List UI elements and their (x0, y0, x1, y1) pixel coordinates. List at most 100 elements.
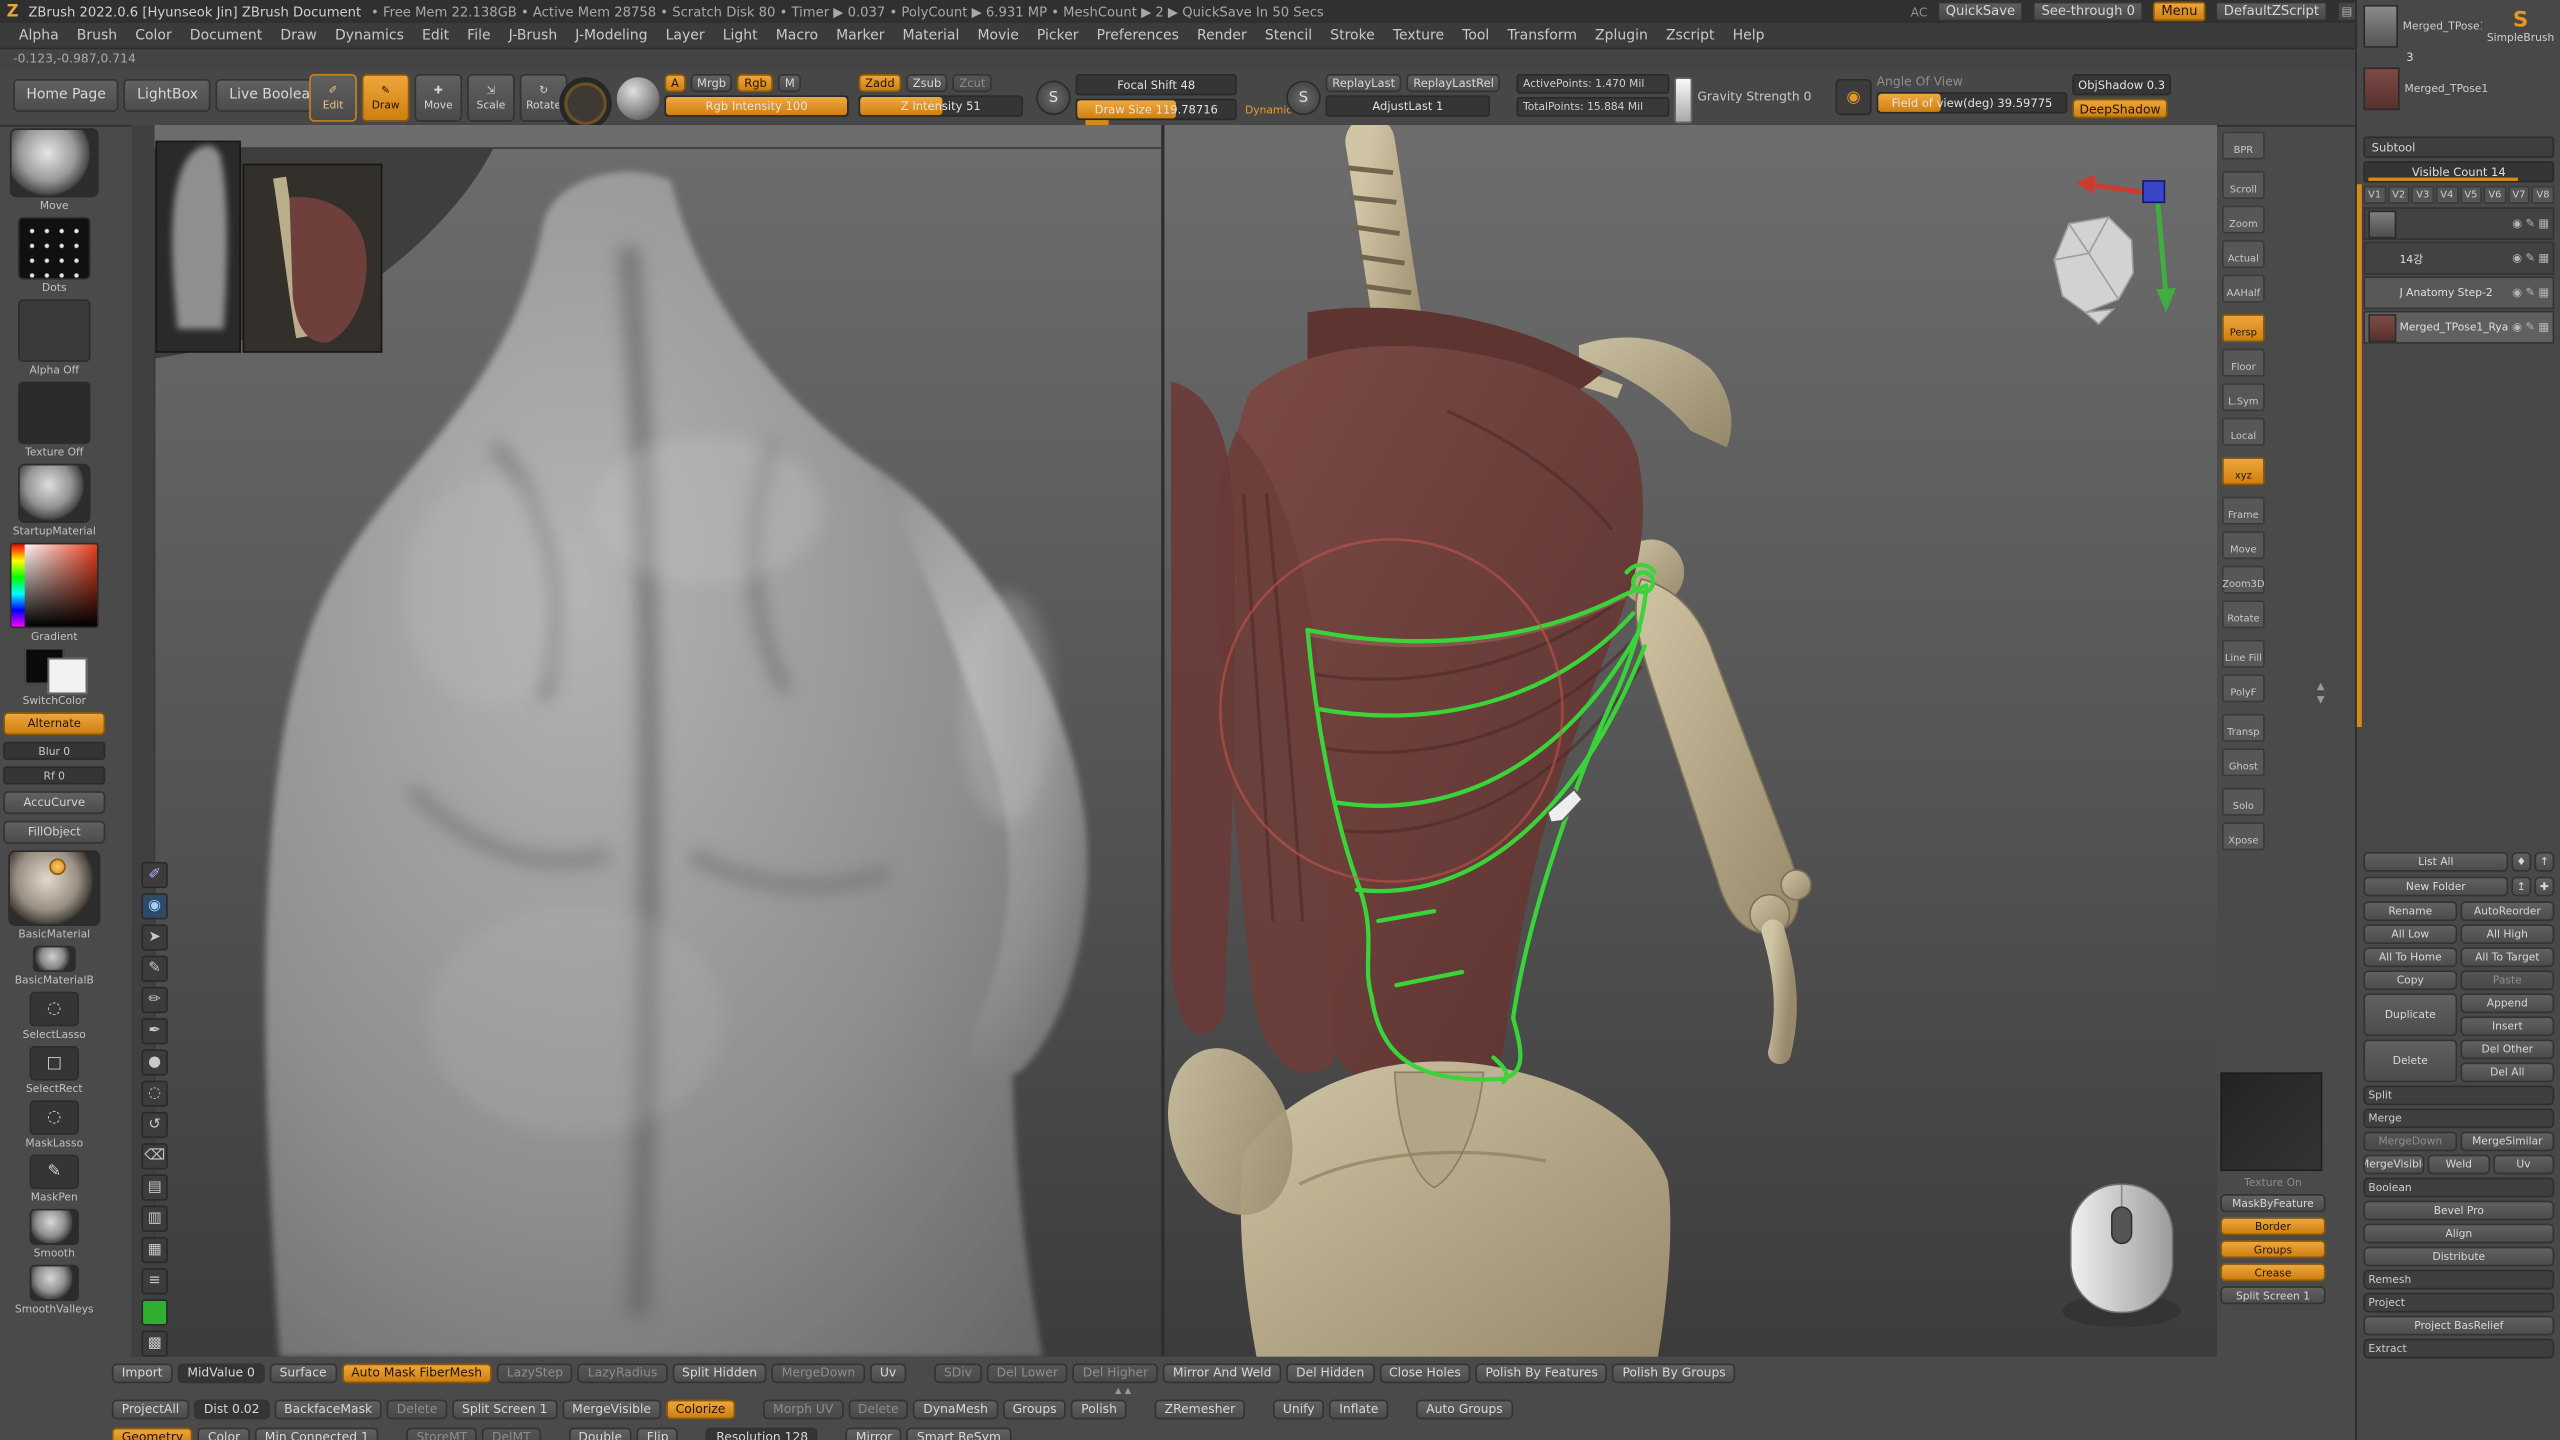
item-zoom[interactable]: Zoom (2222, 206, 2265, 234)
item-xpose[interactable]: Xpose (2222, 822, 2265, 850)
subtool-action-duplicate[interactable]: Duplicate (2363, 993, 2457, 1036)
subtool-action-del-all[interactable]: Del All (2460, 1062, 2554, 1082)
menu-button[interactable]: Menu (2153, 2, 2206, 22)
tool-name-2[interactable]: Merged_TPose1 (2405, 82, 2489, 95)
item-aahalf[interactable]: AAHalf (2222, 275, 2265, 303)
menu-zplugin[interactable]: Zplugin (1586, 27, 1657, 43)
sidebar-item-texture-off[interactable]: Texture Off (18, 382, 90, 459)
dynamic-label[interactable]: Dynamic (1245, 103, 1292, 116)
dot-brush-icon[interactable]: ● (141, 1049, 167, 1075)
item-min-connected-1[interactable]: Min Connected 1 (255, 1427, 379, 1440)
paint-icon[interactable]: ✎ (2525, 286, 2535, 299)
subtool-action-delete[interactable]: Delete (2363, 1039, 2457, 1082)
current-brush-icon[interactable] (559, 77, 612, 130)
document-canvas[interactable]: ✐◉➤✎✏✒●◌↺⌫▤▥▦≡■▩□ (132, 125, 2217, 1357)
item-polish[interactable]: Polish (1071, 1399, 1126, 1419)
item-flip[interactable]: Flip (637, 1427, 679, 1440)
pick-icon[interactable]: ♦ (2511, 852, 2531, 872)
menu-marker[interactable]: Marker (827, 27, 893, 43)
item-mirror[interactable]: Mirror (846, 1427, 902, 1440)
menu-color[interactable]: Color (126, 27, 181, 43)
simplebrush-block[interactable]: S SimpleBrush (2487, 9, 2554, 44)
item-resolution-128[interactable]: Resolution 128 (706, 1427, 818, 1440)
item-inflate[interactable]: Inflate (1329, 1399, 1388, 1419)
sidebar-item-fillobject[interactable]: FillObject (3, 821, 105, 844)
scroll-up-icon[interactable]: ▲ (1125, 1386, 1131, 1396)
sidebar-item-alpha-off[interactable]: Alpha Off (18, 299, 90, 376)
item-floor[interactable]: Floor (2222, 349, 2265, 377)
menu-light[interactable]: Light (714, 27, 767, 43)
item-zoom3d[interactable]: Zoom3D (2222, 566, 2265, 594)
poly-icon[interactable]: ▦ (2538, 321, 2549, 334)
menu-help[interactable]: Help (1724, 27, 1774, 43)
draw-size-slider[interactable]: Draw Size 119.78716 (1076, 99, 1237, 120)
subtool-action-split[interactable]: Split (2363, 1086, 2554, 1106)
item-unify[interactable]: Unify (1273, 1399, 1324, 1419)
menu-dynamics[interactable]: Dynamics (326, 27, 413, 43)
eye-icon[interactable]: ◉ (2512, 321, 2522, 334)
item-polish-by-features[interactable]: Polish By Features (1476, 1363, 1608, 1383)
item-split-hidden[interactable]: Split Hidden (672, 1363, 767, 1383)
subtool-row-14[interactable]: 14강◉✎▦ (2363, 242, 2554, 275)
menu-edit[interactable]: Edit (413, 27, 458, 43)
subtool-action-all-to-target[interactable]: All To Target (2460, 947, 2554, 967)
menu-stroke[interactable]: Stroke (1321, 27, 1384, 43)
deep-shadow-button[interactable]: DeepShadow (2072, 99, 2167, 119)
m-button[interactable]: M (778, 74, 801, 92)
item-border[interactable]: Border (2220, 1217, 2325, 1235)
menu-material[interactable]: Material (894, 27, 969, 43)
menu-draw[interactable]: Draw (271, 27, 326, 43)
item-lazystep[interactable]: LazyStep (497, 1363, 573, 1383)
menu-j-modeling[interactable]: J-Modeling (566, 27, 656, 43)
paint-icon[interactable]: ✎ (2525, 217, 2535, 230)
subtool-action-all-low[interactable]: All Low (2363, 924, 2457, 944)
new-folder-button[interactable]: New Folder (2363, 877, 2508, 897)
poly-icon[interactable]: ▦ (2538, 252, 2549, 265)
current-material-icon[interactable] (617, 77, 660, 120)
visibility-eye-icon[interactable]: ◉ (141, 893, 167, 919)
item-surface[interactable]: Surface (270, 1363, 337, 1383)
replay-last-rel-button[interactable]: ReplayLastRel (1407, 74, 1501, 92)
rgb-button[interactable]: Rgb (738, 74, 774, 92)
item-actual[interactable]: Actual (2222, 240, 2265, 268)
menu-tool[interactable]: Tool (1453, 27, 1498, 43)
sidebar-item-switchcolor[interactable]: SwitchColor (21, 648, 87, 707)
delete-stroke-icon[interactable]: ⌫ (141, 1143, 167, 1169)
item-morph-uv[interactable]: Morph UV (763, 1399, 843, 1419)
replay-last-button[interactable]: ReplayLast (1326, 74, 1402, 92)
zsub-button[interactable]: Zsub (906, 74, 948, 92)
item-bpr[interactable]: BPR (2222, 132, 2265, 160)
undo-icon[interactable]: ↺ (141, 1112, 167, 1138)
z-intensity-slider[interactable]: Z Intensity 51 (859, 95, 1023, 116)
item-geometry[interactable]: Geometry (112, 1427, 193, 1440)
sidebar-item-accucurve[interactable]: AccuCurve (3, 791, 105, 814)
subtool-action-paste[interactable]: Paste (2460, 970, 2554, 990)
note-icon[interactable]: ▤ (141, 1174, 167, 1200)
item-scroll[interactable]: Scroll (2222, 171, 2265, 199)
item-backfacemask[interactable]: BackfaceMask (274, 1399, 382, 1419)
menu-picker[interactable]: Picker (1028, 27, 1088, 43)
version-tab-v4[interactable]: V4 (2436, 186, 2458, 204)
menu-render[interactable]: Render (1188, 27, 1256, 43)
lasso-icon[interactable]: ◌ (141, 1081, 167, 1107)
material-a-chip[interactable]: A (664, 74, 685, 92)
edit-mode-button[interactable]: ✐ Edit (309, 74, 357, 122)
sidebar-item-smooth[interactable]: Smooth (30, 1209, 79, 1260)
item-del-higher[interactable]: Del Higher (1073, 1363, 1158, 1383)
sidebar-item-startupmaterial[interactable]: StartupMaterial (13, 464, 96, 538)
item-del-hidden[interactable]: Del Hidden (1286, 1363, 1374, 1383)
item-groups[interactable]: Groups (2220, 1240, 2325, 1258)
sidebar-item-smoothvalleys[interactable]: SmoothValleys (15, 1265, 94, 1316)
item-split-screen-1[interactable]: Split Screen 1 (2220, 1286, 2325, 1304)
menu-file[interactable]: File (458, 27, 500, 43)
paint-icon[interactable]: ✎ (2525, 252, 2535, 265)
obj-shadow-slider[interactable]: ObjShadow 0.3 (2072, 74, 2171, 95)
sidebar-item-gradient[interactable]: Gradient (10, 543, 99, 643)
menu-preferences[interactable]: Preferences (1088, 27, 1188, 43)
adjust-last-slider[interactable]: AdjustLast 1 (1326, 95, 1490, 116)
sidebar-item-rf-0[interactable]: Rf 0 (3, 766, 105, 784)
item-xyz[interactable]: xyz (2222, 457, 2265, 485)
palette-grid-icon[interactable]: ▩ (141, 1331, 167, 1357)
scale-mode-button[interactable]: ⇲ Scale (467, 74, 515, 122)
version-tab-v7[interactable]: V7 (2508, 186, 2530, 204)
